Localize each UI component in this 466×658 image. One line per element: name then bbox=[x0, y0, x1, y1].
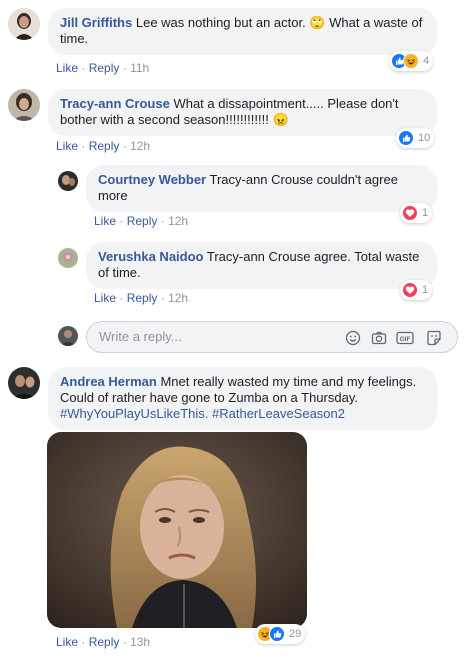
comment-text: Lee was nothing but an actor. 🙄 What a w… bbox=[135, 15, 423, 30]
comment-bubble: Jill Griffiths Lee was nothing but an ac… bbox=[48, 8, 437, 55]
comment-author[interactable]: Tracy-ann Crouse bbox=[60, 96, 170, 111]
reaction-count: 10 bbox=[418, 132, 431, 144]
haha-reaction-icon bbox=[403, 53, 419, 69]
avatar[interactable] bbox=[8, 8, 40, 40]
avatar-photo-icon bbox=[58, 171, 78, 191]
comment-bubble: Andrea Herman Mnet really wasted my time… bbox=[48, 367, 437, 430]
avatar[interactable] bbox=[8, 367, 40, 399]
comment-bubble: Tracy-ann Crouse What a dissapointment..… bbox=[48, 89, 437, 136]
reply-author[interactable]: Verushka Naidoo bbox=[98, 249, 203, 264]
emoji-icon[interactable] bbox=[343, 328, 363, 348]
love-reaction-icon bbox=[402, 282, 418, 298]
reaction-summary[interactable]: 10 bbox=[396, 128, 435, 148]
reaction-count: 1 bbox=[422, 207, 429, 219]
comment-actions: Like · Reply · 12h bbox=[56, 139, 151, 153]
avatar-photo-icon bbox=[58, 248, 78, 268]
avatar[interactable] bbox=[58, 171, 78, 191]
reply-link[interactable]: Reply bbox=[89, 139, 120, 153]
comment-actions: Like · Reply · 11h bbox=[56, 61, 150, 75]
reply-bubble: Courtney Webber Tracy-ann Crouse couldn'… bbox=[86, 165, 437, 212]
reply-text-line2: more bbox=[98, 188, 128, 203]
reply-bubble: Verushka Naidoo Tracy-ann Crouse agree. … bbox=[86, 242, 437, 289]
comment-timestamp[interactable]: 11h bbox=[130, 61, 149, 75]
reply-link[interactable]: Reply bbox=[127, 214, 158, 228]
avatar-photo-icon bbox=[8, 367, 40, 399]
like-link[interactable]: Like bbox=[94, 291, 116, 305]
reply-composer: GIF bbox=[86, 321, 458, 353]
reply-link[interactable]: Reply bbox=[127, 291, 158, 305]
comment-text-line2: time. bbox=[60, 31, 89, 46]
camera-icon[interactable] bbox=[369, 328, 389, 348]
love-reaction-icon bbox=[402, 205, 418, 221]
reaction-count: 1 bbox=[422, 284, 429, 296]
reply-link[interactable]: Reply bbox=[89, 61, 120, 75]
svg-text:GIF: GIF bbox=[400, 336, 411, 343]
comment-gif-image[interactable] bbox=[47, 432, 307, 628]
like-link[interactable]: Like bbox=[56, 61, 78, 75]
reply-link[interactable]: Reply bbox=[89, 635, 120, 649]
gif-icon[interactable]: GIF bbox=[395, 328, 415, 348]
reaction-count: 29 bbox=[289, 628, 302, 640]
avatar[interactable] bbox=[8, 89, 40, 121]
current-user-avatar bbox=[58, 326, 78, 346]
reply-text: Tracy-ann Crouse couldn't agree bbox=[209, 172, 398, 187]
reaction-summary[interactable]: 29 bbox=[255, 624, 306, 644]
woman-portrait-image bbox=[47, 432, 307, 628]
hashtag-link[interactable]: #WhyYouPlayUsLikeThis. bbox=[60, 406, 208, 421]
reply-text: Tracy-ann Crouse agree. Total waste bbox=[206, 249, 420, 264]
avatar-photo-icon bbox=[8, 8, 40, 40]
reaction-summary[interactable]: 4 bbox=[389, 51, 434, 71]
avatar-photo-icon bbox=[58, 326, 78, 346]
avatar-photo-icon bbox=[8, 89, 40, 121]
like-link[interactable]: Like bbox=[56, 139, 78, 153]
like-link[interactable]: Like bbox=[94, 214, 116, 228]
reaction-summary[interactable]: 1 bbox=[400, 280, 433, 300]
like-reaction-icon bbox=[398, 130, 414, 146]
comment-text-line2: Could of rather have gone to Zumba on a … bbox=[60, 390, 358, 405]
comment-author[interactable]: Jill Griffiths bbox=[60, 15, 132, 30]
comment-text-line2: bother with a second season!!!!!!!!!!!! … bbox=[60, 112, 289, 127]
reaction-count: 4 bbox=[423, 55, 430, 67]
hashtag-link[interactable]: #RatherLeaveSeason2 bbox=[212, 406, 345, 421]
reply-text-line2: of time. bbox=[98, 265, 141, 280]
avatar[interactable] bbox=[58, 248, 78, 268]
sticker-icon[interactable] bbox=[424, 328, 444, 348]
reply-input[interactable] bbox=[99, 329, 329, 344]
reply-timestamp[interactable]: 12h bbox=[168, 291, 188, 305]
comment-timestamp[interactable]: 13h bbox=[130, 635, 150, 649]
like-link[interactable]: Like bbox=[56, 635, 78, 649]
reaction-summary[interactable]: 1 bbox=[400, 203, 433, 223]
comment-text: Mnet really wasted my time and my feelin… bbox=[160, 374, 417, 389]
reply-actions: Like · Reply · 12h bbox=[94, 291, 189, 305]
reply-actions: Like · Reply · 12h bbox=[94, 214, 189, 228]
comment-timestamp[interactable]: 12h bbox=[130, 139, 150, 153]
like-reaction-icon bbox=[269, 626, 285, 642]
comment-text: What a dissapointment..... Please don't bbox=[173, 96, 399, 111]
reply-author[interactable]: Courtney Webber bbox=[98, 172, 206, 187]
reply-timestamp[interactable]: 12h bbox=[168, 214, 188, 228]
comment-author[interactable]: Andrea Herman bbox=[60, 374, 157, 389]
comment-actions: Like · Reply · 13h bbox=[56, 635, 151, 649]
